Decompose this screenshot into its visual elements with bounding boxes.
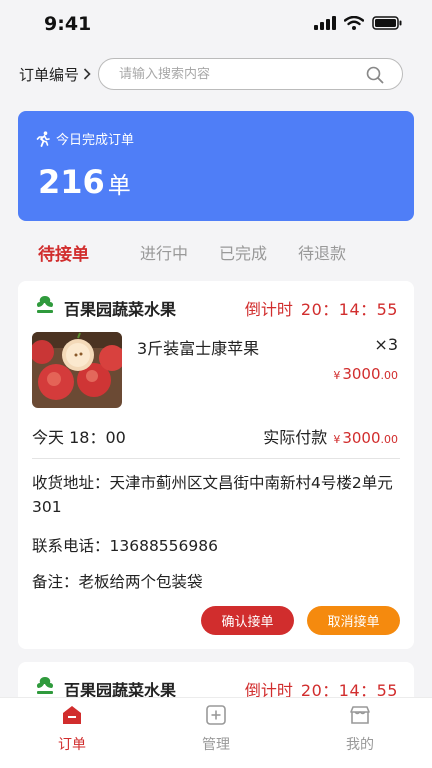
shop-name: 百果园蔬菜水果 [64, 300, 177, 319]
tab-pending-refund[interactable]: 待退款 [298, 240, 346, 264]
wifi-icon [344, 16, 364, 30]
status-icons [314, 16, 402, 30]
product-name: 3斤装富士康苹果 [137, 339, 260, 358]
product-price: ¥3000.00 [333, 365, 398, 383]
today-orders-card: 今日完成订单 216 单 [18, 111, 414, 221]
tab-in-progress[interactable]: 进行中 [140, 240, 188, 264]
battery-icon [372, 16, 402, 30]
running-person-icon [36, 130, 50, 147]
profile-icon [350, 706, 370, 724]
cancel-order-button[interactable]: 取消接单 [307, 606, 400, 635]
order-remark: 备注：老板给两个包装袋 [32, 573, 203, 591]
delivery-address: 收货地址：天津市蓟州区文昌街中南新村4号楼2单元301 [32, 474, 393, 516]
order-status-tabs: 待接单 进行中 已完成 待退款 [0, 236, 432, 276]
status-bar: 9:41 [0, 0, 432, 50]
today-orders-label: 今日完成订单 [56, 133, 135, 148]
tabbar-item-manage[interactable]: 管理 [176, 704, 256, 754]
tabbar-label-profile: 我的 [346, 737, 374, 753]
tabbar-label-manage: 管理 [202, 737, 230, 753]
tabbar-item-profile[interactable]: 我的 [320, 704, 400, 754]
product-quantity: ×3 [374, 335, 398, 354]
today-orders-label-row: 今日完成订单 [36, 129, 134, 148]
price-decimal: .00 [380, 369, 399, 382]
countdown-label: 倒计时 [244, 300, 293, 319]
order-number-filter[interactable]: 订单编号 [19, 64, 91, 85]
currency-symbol: ¥ [333, 433, 341, 446]
contact-phone: 联系电话：13688556986 [32, 537, 218, 555]
order-icon [63, 706, 81, 724]
tabbar-item-orders[interactable]: 订单 [32, 704, 112, 754]
manage-icon [206, 705, 226, 725]
actual-payment-integer: 3000 [342, 429, 381, 447]
cellular-signal-icon [314, 16, 336, 30]
search-icon[interactable] [366, 66, 384, 84]
search-box[interactable] [98, 58, 403, 90]
actual-payment-label: 实际付款 [263, 428, 328, 447]
countdown: 倒计时 20：14：55 [245, 296, 398, 320]
today-orders-number: 216 [38, 163, 105, 201]
shop-logo-icon [36, 296, 54, 313]
product-image[interactable] [32, 332, 122, 408]
today-orders-count: 216 单 [38, 163, 131, 201]
countdown-time: 20：14：55 [300, 300, 398, 319]
delivery-time: 今天 18：00 [32, 428, 126, 447]
search-row: 订单编号 [19, 58, 403, 90]
currency-symbol: ¥ [333, 369, 341, 382]
order-number-filter-label: 订单编号 [19, 65, 80, 84]
actual-payment-decimal: .00 [380, 433, 399, 446]
tab-pending[interactable]: 待接单 [38, 240, 89, 265]
price-integer: 3000 [342, 365, 381, 383]
divider [32, 458, 400, 459]
order-card: 百果园蔬菜水果 倒计时 20：14：55 3斤装富士康苹果 ×3 ¥3000.00… [18, 281, 414, 649]
tab-completed[interactable]: 已完成 [219, 240, 267, 264]
today-orders-unit: 单 [107, 173, 131, 199]
apple-image [32, 332, 122, 408]
search-input[interactable] [119, 59, 359, 89]
shop-logo-icon [36, 677, 54, 694]
tabbar-label-orders: 订单 [58, 737, 86, 753]
bottom-tab-bar: 订单 管理 我的 [0, 697, 432, 768]
chevron-right-icon [83, 68, 91, 80]
confirm-order-button[interactable]: 确认接单 [201, 606, 294, 635]
actual-payment-amount: ¥3000.00 [333, 429, 398, 447]
status-time: 9:41 [44, 13, 92, 35]
actual-payment: 实际付款 ¥3000.00 [263, 424, 398, 448]
